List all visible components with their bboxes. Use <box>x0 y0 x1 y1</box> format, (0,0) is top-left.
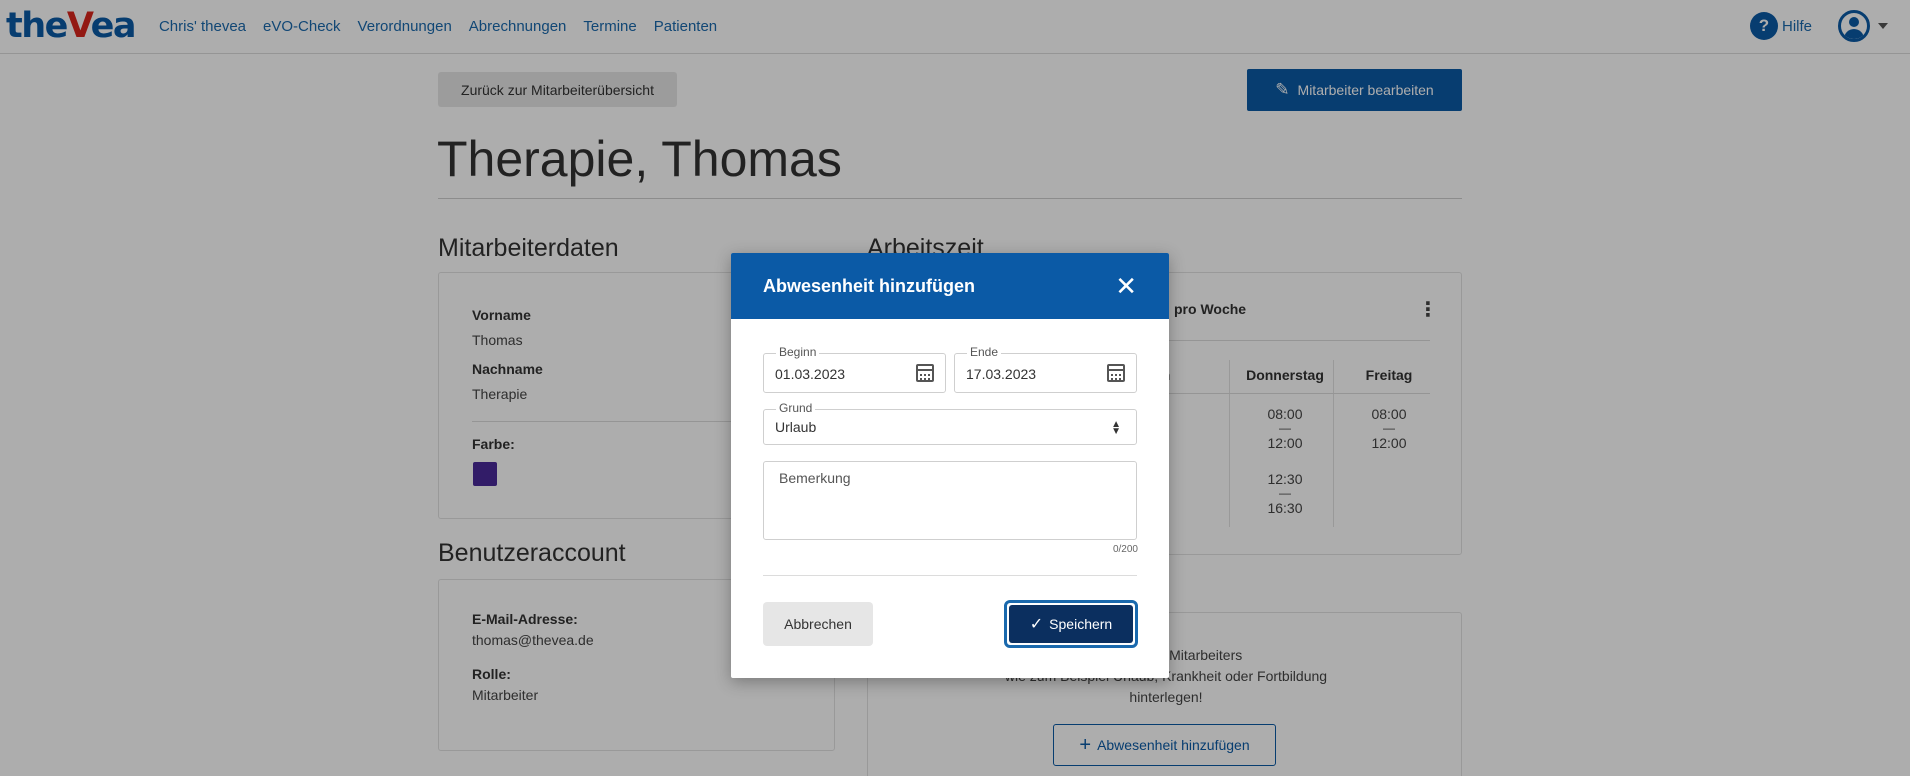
save-button-body: ✓ Speichern <box>1009 605 1133 643</box>
reason-select[interactable]: Grund Urlaub ▲ ▼ <box>763 401 1137 445</box>
remark-textarea[interactable]: Bemerkung <box>763 461 1137 540</box>
dialog-header: Abwesenheit hinzufügen ✕ <box>731 253 1169 319</box>
check-icon: ✓ <box>1029 616 1044 633</box>
dialog-divider <box>763 575 1137 576</box>
remark-char-counter: 0/200 <box>1112 544 1138 555</box>
cancel-button[interactable]: Abbrechen <box>763 602 873 646</box>
save-button-label: Speichern <box>1049 616 1113 632</box>
calendar-icon[interactable] <box>1107 364 1125 382</box>
end-date-field[interactable]: Ende 17.03.2023 <box>954 345 1137 393</box>
reason-value: Urlaub <box>775 419 817 435</box>
close-icon[interactable]: ✕ <box>1115 273 1137 299</box>
begin-date-value: 01.03.2023 <box>775 366 846 382</box>
reason-label: Grund <box>776 401 816 415</box>
end-date-label: Ende <box>967 345 1002 359</box>
add-absence-dialog: Abwesenheit hinzufügen ✕ Beginn 01.03.20… <box>731 253 1169 678</box>
dialog-title: Abwesenheit hinzufügen <box>763 275 976 296</box>
save-button[interactable]: ✓ Speichern <box>1004 600 1138 648</box>
begin-date-field[interactable]: Beginn 01.03.2023 <box>763 345 946 393</box>
select-arrows-icon: ▲ ▼ <box>1111 419 1121 437</box>
remark-placeholder: Bemerkung <box>779 470 851 486</box>
calendar-icon[interactable] <box>916 364 934 382</box>
end-date-value: 17.03.2023 <box>966 366 1037 382</box>
begin-date-label: Beginn <box>776 345 820 359</box>
